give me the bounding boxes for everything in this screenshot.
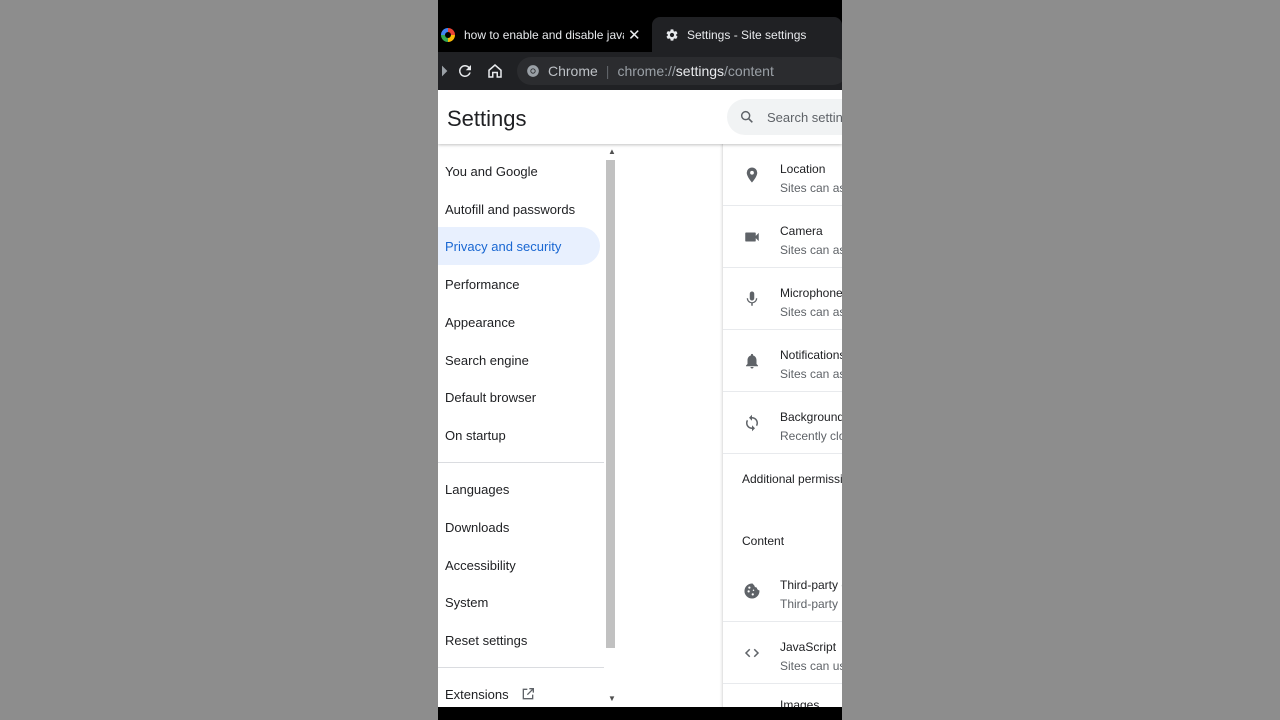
content-title: JavaScript [780, 640, 837, 654]
content-section-heading: Content [742, 534, 785, 548]
sidebar-item-downloads[interactable]: Downloads [438, 508, 600, 546]
sidebar-item-label: Performance [445, 276, 520, 292]
permission-row-camera[interactable]: Camera Sites can ask [723, 206, 842, 268]
content-title: Images [780, 698, 820, 707]
code-brackets-icon [743, 644, 761, 662]
sidebar-item-performance[interactable]: Performance [438, 265, 600, 303]
page-title: Settings [447, 106, 527, 131]
url-scheme: chrome:// [617, 63, 676, 79]
close-icon[interactable]: ✕ [628, 26, 641, 44]
permission-subtitle: Sites can ask [780, 305, 842, 319]
sidebar-item-system[interactable]: System [438, 583, 600, 621]
sidebar-item-label: Privacy and security [445, 238, 562, 254]
sidebar-item-label: System [445, 594, 489, 610]
cookie-icon [743, 582, 761, 600]
content-title: Third-party cookies [780, 578, 842, 592]
sidebar-item-label: Reset settings [445, 632, 528, 648]
content-row-javascript[interactable]: JavaScript Sites can use [723, 622, 842, 684]
search-settings-box[interactable] [727, 99, 842, 135]
permission-title: Microphone [780, 286, 842, 300]
sidebar-divider [438, 667, 604, 668]
content-row-third-party-cookies[interactable]: Third-party cookies Third-party [723, 560, 842, 622]
sidebar-divider [438, 462, 604, 463]
sidebar-item-default-browser[interactable]: Default browser [438, 378, 600, 416]
sidebar-item-label: Autofill and passwords [445, 201, 576, 217]
browser-window: how to enable and disable javascript ✕ S… [438, 0, 842, 720]
bell-icon [743, 352, 761, 370]
sidebar-item-reset-settings[interactable]: Reset settings [438, 621, 600, 659]
sidebar-item-label: Downloads [445, 519, 510, 535]
permission-row-background-sync[interactable]: Background sync Recently closed [723, 392, 842, 454]
tab-strip: how to enable and disable javascript ✕ S… [438, 0, 842, 52]
forward-icon[interactable] [438, 59, 454, 83]
scrollbar-thumb[interactable] [606, 160, 615, 648]
chrome-logo-icon [526, 64, 540, 78]
sidebar-item-label: Default browser [445, 389, 537, 405]
url-host: settings [675, 63, 725, 79]
sidebar-item-languages[interactable]: Languages [438, 470, 600, 508]
sidebar-item-label: On startup [445, 427, 506, 443]
permission-subtitle: Sites can ask [780, 367, 842, 381]
sidebar-item-label: Languages [445, 481, 510, 497]
site-settings-card: Location Sites can ask Camera Sites can … [722, 144, 842, 707]
location-pin-icon [743, 166, 761, 184]
tab-site-settings[interactable]: Settings - Site settings [652, 17, 842, 52]
sidebar-item-label: You and Google [445, 163, 538, 179]
permission-title: Notifications [780, 348, 842, 362]
sidebar-item-label: Extensions [445, 686, 509, 702]
sidebar-item-label: Appearance [445, 314, 516, 330]
google-g-icon [441, 27, 455, 42]
settings-header: Settings [438, 90, 842, 144]
additional-permissions-toggle[interactable]: Additional permissions [742, 472, 842, 486]
permission-row-notifications[interactable]: Notifications Sites can ask [723, 330, 842, 392]
omnibox-separator: | [605, 63, 610, 79]
sidebar-item-autofill[interactable]: Autofill and passwords [438, 190, 600, 228]
sidebar-item-extensions[interactable]: Extensions [438, 675, 600, 707]
permission-row-microphone[interactable]: Microphone Sites can ask [723, 268, 842, 330]
url-path: /content [724, 63, 774, 79]
sidebar-item-label: Search engine [445, 352, 529, 368]
permission-title: Background sync [780, 410, 842, 424]
gear-icon [665, 28, 679, 42]
content-row-images[interactable]: Images [723, 684, 842, 707]
letterbox-right [842, 0, 1280, 720]
scroll-up-arrow-icon[interactable]: ▲ [608, 147, 616, 156]
sidebar-item-accessibility[interactable]: Accessibility [438, 546, 600, 584]
permission-title: Camera [780, 224, 823, 238]
tab-google-search[interactable]: how to enable and disable javascript ✕ [438, 17, 650, 52]
content-subtitle: Third-party [780, 597, 839, 611]
home-icon[interactable] [483, 59, 507, 83]
sidebar-item-appearance[interactable]: Appearance [438, 303, 600, 341]
settings-sidebar: You and Google Autofill and passwords Pr… [438, 144, 604, 707]
sidebar-scrollbar[interactable]: ▲ ▼ [604, 144, 618, 707]
microphone-icon [743, 290, 761, 308]
settings-page: Settings You and Google Autofill and pas… [438, 90, 842, 707]
sidebar-item-on-startup[interactable]: On startup [438, 416, 600, 454]
omnibox-chip: Chrome [548, 63, 598, 79]
permission-subtitle: Recently closed [780, 429, 842, 443]
sidebar-item-label: Accessibility [445, 557, 516, 573]
permission-row-location[interactable]: Location Sites can ask [723, 144, 842, 206]
sync-icon [743, 414, 761, 432]
search-input[interactable] [767, 109, 842, 125]
permission-title: Location [780, 162, 826, 176]
browser-toolbar: Chrome | chrome:// settings /content [438, 52, 842, 90]
search-icon [739, 109, 755, 125]
letterbox-left [0, 0, 438, 720]
sidebar-item-search-engine[interactable]: Search engine [438, 341, 600, 379]
permission-subtitle: Sites can ask [780, 243, 842, 257]
sidebar-item-you-and-google[interactable]: You and Google [438, 152, 600, 190]
tab-title: how to enable and disable javascript [464, 27, 624, 42]
sidebar-item-privacy[interactable]: Privacy and security [438, 227, 600, 265]
address-bar[interactable]: Chrome | chrome:// settings /content [517, 57, 842, 85]
open-in-new-icon [520, 686, 536, 702]
reload-icon[interactable] [453, 59, 477, 83]
permission-subtitle: Sites can ask [780, 181, 842, 195]
camera-icon [743, 228, 761, 246]
tab-title: Settings - Site settings [687, 27, 807, 42]
scroll-down-arrow-icon[interactable]: ▼ [608, 694, 616, 703]
content-subtitle: Sites can use [780, 659, 842, 673]
bottom-letterbox [438, 707, 842, 720]
